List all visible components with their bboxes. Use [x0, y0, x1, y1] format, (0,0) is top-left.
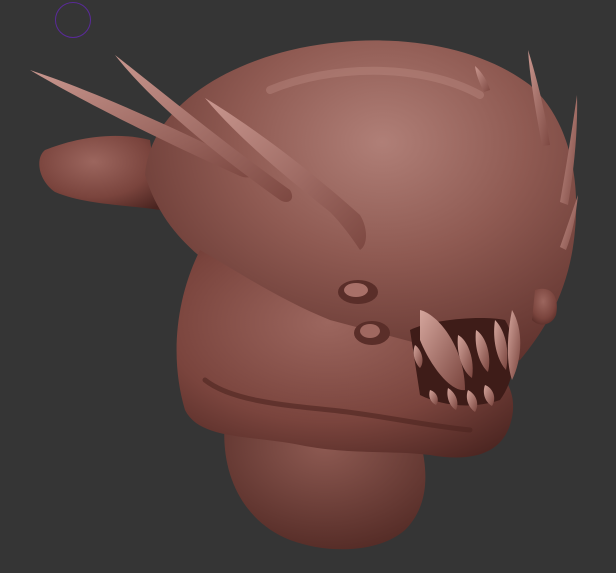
sculpt-viewport[interactable] — [0, 0, 616, 573]
lower-eye — [360, 324, 380, 338]
left-flap — [39, 135, 160, 210]
upper-eye — [344, 283, 368, 297]
right-ear — [532, 288, 557, 325]
sculpted-creature-head-model[interactable] — [0, 0, 616, 573]
